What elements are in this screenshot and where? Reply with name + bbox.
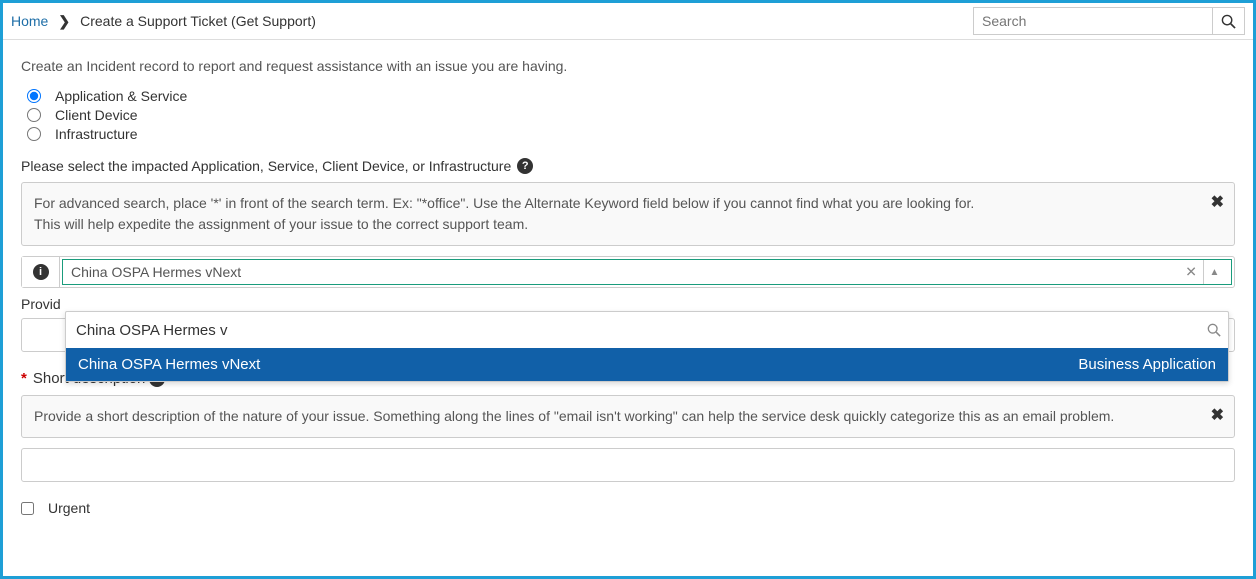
close-icon[interactable]: ✖ bbox=[1211, 404, 1224, 428]
lookup-selected-text: China OSPA Hermes vNext bbox=[71, 264, 241, 280]
urgent-checkbox-row[interactable]: Urgent bbox=[21, 500, 1235, 516]
radio-application-service-label: Application & Service bbox=[55, 88, 187, 104]
urgent-label: Urgent bbox=[48, 500, 90, 516]
search-hint-box: For advanced search, place '*' in front … bbox=[21, 182, 1235, 246]
breadcrumb-current: Create a Support Ticket (Get Support) bbox=[80, 13, 316, 29]
caret-up-icon[interactable]: ▲ bbox=[1203, 260, 1225, 284]
urgent-checkbox[interactable] bbox=[21, 502, 34, 515]
close-icon[interactable]: ✖ bbox=[1211, 191, 1224, 215]
category-radio-group: Application & Service Client Device Infr… bbox=[27, 88, 1235, 142]
radio-infrastructure[interactable]: Infrastructure bbox=[27, 126, 1235, 142]
radio-client-device[interactable]: Client Device bbox=[27, 107, 1235, 123]
search-hint-line2: This will help expedite the assignment o… bbox=[34, 214, 1200, 235]
short-desc-hint-box: Provide a short description of the natur… bbox=[21, 395, 1235, 438]
radio-infrastructure-label: Infrastructure bbox=[55, 126, 137, 142]
short-description-input[interactable] bbox=[21, 448, 1235, 482]
global-search-button[interactable] bbox=[1213, 7, 1245, 35]
radio-infrastructure-input[interactable] bbox=[27, 127, 41, 141]
lookup-option[interactable]: China OSPA Hermes vNext Business Applica… bbox=[66, 348, 1228, 381]
impacted-lookup-field[interactable]: i China OSPA Hermes vNext ✕ ▲ bbox=[21, 256, 1235, 288]
lookup-option-name: China OSPA Hermes vNext bbox=[78, 356, 260, 373]
alt-keyword-label-partial: Provid bbox=[21, 296, 1235, 312]
radio-client-device-label: Client Device bbox=[55, 107, 137, 123]
short-desc-hint-text: Provide a short description of the natur… bbox=[34, 408, 1114, 424]
required-asterisk-icon: * bbox=[21, 370, 27, 387]
global-search-input[interactable] bbox=[973, 7, 1213, 35]
lookup-option-type: Business Application bbox=[1078, 356, 1216, 373]
intro-text: Create an Incident record to report and … bbox=[21, 58, 1235, 74]
impacted-label: Please select the impacted Application, … bbox=[21, 158, 511, 174]
search-icon bbox=[1200, 323, 1228, 337]
search-hint-line1: For advanced search, place '*' in front … bbox=[34, 193, 1200, 214]
lookup-dropdown-panel: China OSPA Hermes vNext Business Applica… bbox=[65, 311, 1229, 382]
chevron-right-icon: ❯ bbox=[58, 13, 70, 30]
help-icon[interactable]: ? bbox=[517, 158, 533, 174]
radio-application-service-input[interactable] bbox=[27, 89, 41, 103]
lookup-selected-value[interactable]: China OSPA Hermes vNext ✕ ▲ bbox=[62, 259, 1232, 285]
clear-icon[interactable]: ✕ bbox=[1185, 264, 1197, 281]
lookup-search-input[interactable] bbox=[66, 316, 1200, 345]
search-icon bbox=[1221, 14, 1236, 29]
radio-application-service[interactable]: Application & Service bbox=[27, 88, 1235, 104]
breadcrumb-home-link[interactable]: Home bbox=[11, 13, 48, 29]
radio-client-device-input[interactable] bbox=[27, 108, 41, 122]
breadcrumb: Home ❯ Create a Support Ticket (Get Supp… bbox=[11, 13, 316, 30]
info-icon: i bbox=[33, 264, 49, 280]
lookup-info-button[interactable]: i bbox=[22, 257, 60, 287]
